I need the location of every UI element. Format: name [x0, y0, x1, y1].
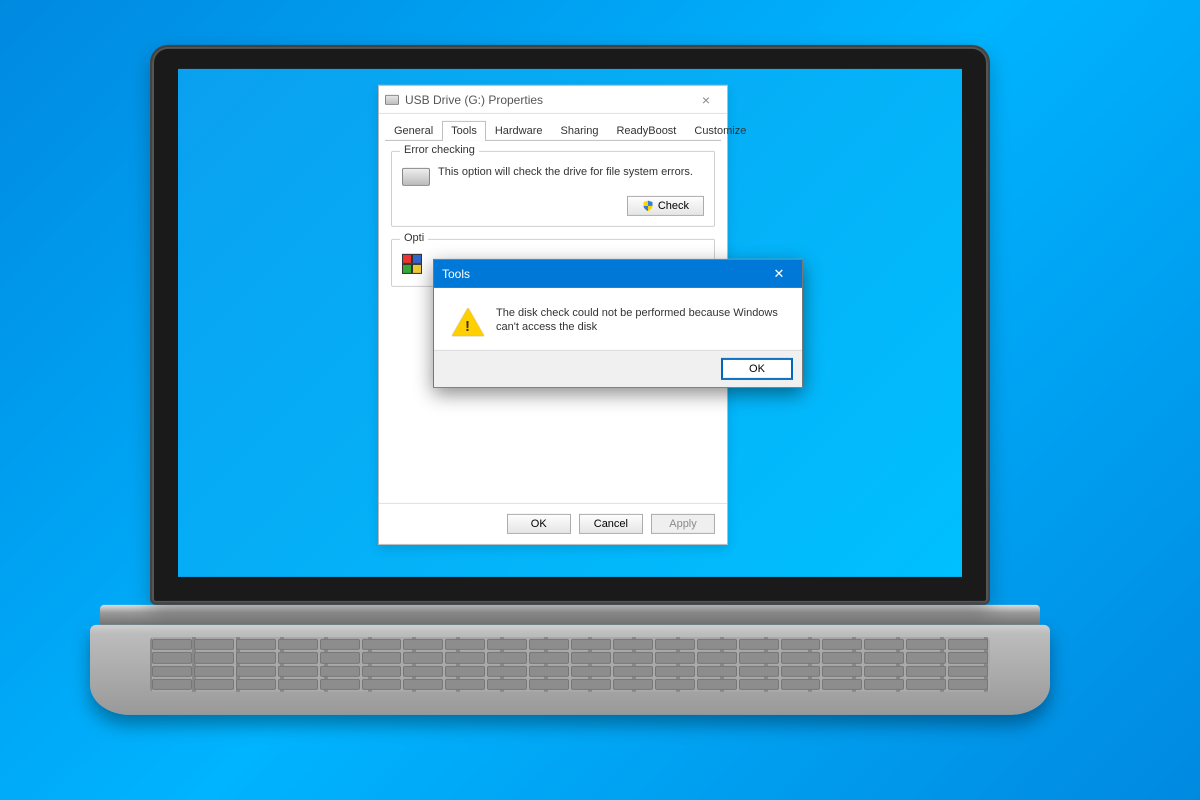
check-button-label: Check: [658, 200, 689, 212]
apply-button[interactable]: Apply: [651, 514, 715, 534]
error-ok-button[interactable]: OK: [722, 359, 792, 379]
cancel-button[interactable]: Cancel: [579, 514, 643, 534]
error-dialog-title: Tools: [442, 267, 764, 281]
tab-readyboost[interactable]: ReadyBoost: [607, 121, 685, 141]
tab-bar: General Tools Hardware Sharing ReadyBoos…: [385, 120, 721, 141]
error-dialog: Tools ✕ The disk check could not be perf…: [433, 259, 803, 388]
desktop: USB Drive (G:) Properties × General Tool…: [178, 69, 962, 577]
laptop-base: [90, 625, 1050, 715]
error-message: The disk check could not be performed be…: [496, 306, 786, 335]
optimize-label: Opti: [400, 232, 428, 244]
ok-button[interactable]: OK: [507, 514, 571, 534]
dialog-footer: OK Cancel Apply: [379, 503, 727, 544]
laptop-screen-frame: USB Drive (G:) Properties × General Tool…: [150, 45, 990, 605]
laptop-hinge: [100, 605, 1040, 625]
error-checking-group: Error checking This option will check th…: [391, 151, 715, 227]
defrag-icon: [402, 254, 430, 276]
tab-hardware[interactable]: Hardware: [486, 121, 552, 141]
laptop-illustration: USB Drive (G:) Properties × General Tool…: [150, 45, 1050, 715]
error-checking-text: This option will check the drive for fil…: [438, 166, 704, 179]
close-button[interactable]: ×: [691, 91, 721, 107]
warning-icon: [452, 308, 484, 336]
error-dialog-close[interactable]: ✕: [764, 266, 794, 282]
hdd-icon: [402, 168, 430, 186]
tab-tools[interactable]: Tools: [442, 121, 486, 141]
tab-general[interactable]: General: [385, 121, 442, 141]
check-button[interactable]: Check: [627, 196, 704, 216]
error-dialog-titlebar[interactable]: Tools ✕: [434, 260, 802, 288]
tab-customize[interactable]: Customize: [685, 121, 755, 141]
error-checking-label: Error checking: [400, 144, 479, 156]
laptop-keyboard: [150, 637, 990, 692]
window-title: USB Drive (G:) Properties: [405, 92, 691, 106]
tab-sharing[interactable]: Sharing: [552, 121, 608, 141]
drive-icon: [385, 94, 399, 104]
titlebar[interactable]: USB Drive (G:) Properties ×: [379, 86, 727, 114]
uac-shield-icon: [642, 200, 654, 212]
